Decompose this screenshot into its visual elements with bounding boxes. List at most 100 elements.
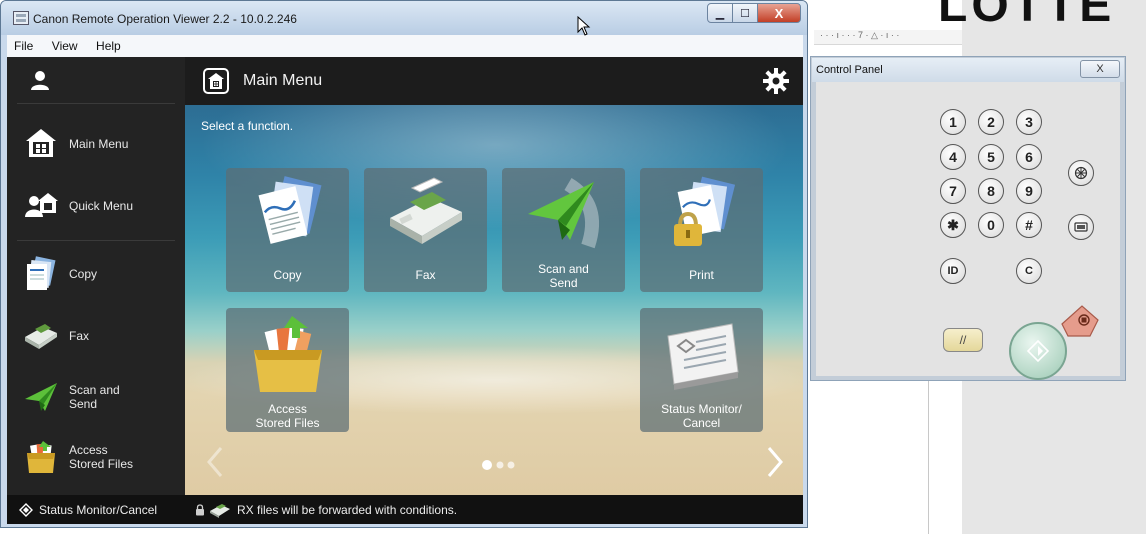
tile-fax[interactable]: Fax: [364, 168, 487, 292]
main-menu-background: Select a function. Copy Fax Scan and Sen…: [185, 105, 803, 495]
stop-button[interactable]: [1060, 304, 1100, 338]
copy-icon: [258, 176, 322, 244]
sidebar-item-label-line2: Stored Files: [69, 457, 134, 471]
sidebar-item-label-line2: Send: [69, 397, 98, 411]
sidebar-item-label: Main Menu: [69, 137, 129, 151]
key-8[interactable]: 8: [978, 178, 1004, 204]
main-header: Main Menu: [185, 57, 803, 105]
tile-copy[interactable]: Copy: [226, 168, 349, 292]
print-icon: [674, 176, 736, 246]
fax-icon: [390, 177, 462, 244]
scan-send-icon: [528, 177, 599, 249]
instruction-text: Select a function.: [201, 119, 294, 133]
tile-print[interactable]: Print: [640, 168, 763, 292]
previous-page-arrow[interactable]: [203, 445, 227, 479]
key-9[interactable]: 9: [1016, 178, 1042, 204]
minimize-button[interactable]: ▁: [707, 3, 733, 23]
app-icon: [13, 11, 29, 25]
c-key[interactable]: C: [1016, 258, 1042, 284]
maximize-button[interactable]: ☐: [732, 3, 758, 23]
sidebar-item-scan-and-send[interactable]: Scan and Send: [7, 367, 185, 427]
tile-label: Access: [268, 402, 307, 416]
sidebar-item-label: Quick Menu: [69, 199, 134, 213]
status-monitor-cancel-button[interactable]: Status Monitor/Cancel: [7, 495, 185, 524]
sidebar-item-label: Copy: [69, 267, 98, 281]
gear-icon[interactable]: [763, 68, 789, 94]
control-panel-title-bar[interactable]: Control Panel X: [812, 58, 1124, 82]
key-asterisk[interactable]: ✱: [940, 212, 966, 238]
scan-send-icon: [25, 383, 57, 411]
tile-label-line2: Cancel: [682, 416, 721, 430]
fax-status-icon: [210, 504, 230, 518]
tile-label: Copy: [273, 268, 302, 282]
start-button[interactable]: [1009, 322, 1067, 380]
status-message: RX files will be forwarded with conditio…: [237, 503, 458, 517]
control-panel-keypad: 1 2 3 4 5 6 7 8 9 ✱ 0 # ID C //: [816, 82, 1120, 380]
tile-status-monitor-cancel[interactable]: Status Monitor/ Cancel: [640, 308, 763, 432]
page-indicator: [482, 460, 515, 470]
main-menu-panel: Main Menu Select a function. Copy Fax Sc…: [185, 57, 803, 524]
ruler-markings: · · · ı · · · 7 · △ · ı · ·: [820, 30, 900, 40]
key-1[interactable]: 1: [940, 109, 966, 135]
menu-bar: File View Help: [7, 35, 803, 58]
key-hash[interactable]: #: [1016, 212, 1042, 238]
sidebar: Main Menu Quick Menu Copy Fax Scan and S…: [7, 57, 185, 495]
user-icon[interactable]: [29, 69, 51, 91]
control-panel-close-button[interactable]: X: [1080, 60, 1120, 78]
tile-access-stored-files[interactable]: Access Stored Files: [226, 308, 349, 432]
key-7[interactable]: 7: [940, 178, 966, 204]
sidebar-item-label: Fax: [69, 329, 90, 343]
viewer-window: Canon Remote Operation Viewer 2.2 - 10.0…: [0, 0, 808, 528]
sidebar-item-main-menu[interactable]: Main Menu: [7, 113, 185, 173]
key-2[interactable]: 2: [978, 109, 1004, 135]
status-bar: RX files will be forwarded with conditio…: [185, 495, 803, 524]
key-6[interactable]: 6: [1016, 144, 1042, 170]
tile-label: Print: [689, 268, 714, 282]
title-bar[interactable]: Canon Remote Operation Viewer 2.2 - 10.0…: [1, 1, 807, 35]
counter-icon: [1074, 222, 1088, 232]
menu-help[interactable]: Help: [89, 35, 128, 53]
key-0[interactable]: 0: [978, 212, 1004, 238]
key-5[interactable]: 5: [978, 144, 1004, 170]
sidebar-item-access-stored-files[interactable]: Access Stored Files: [7, 429, 185, 489]
key-4[interactable]: 4: [940, 144, 966, 170]
sidebar-item-copy[interactable]: Copy: [7, 243, 185, 303]
stored-files-icon: [254, 316, 322, 392]
next-page-arrow[interactable]: [763, 445, 787, 479]
fax-icon: [25, 324, 57, 349]
key-3[interactable]: 3: [1016, 109, 1042, 135]
lock-icon: [196, 504, 204, 516]
id-key[interactable]: ID: [940, 258, 966, 284]
reset-key[interactable]: //: [943, 328, 983, 352]
status-monitor-icon: [19, 503, 33, 517]
tile-label: Scan and: [538, 262, 589, 276]
tile-label-line2: Send: [549, 276, 578, 290]
settings-key[interactable]: [1068, 160, 1094, 186]
start-icon: [1027, 340, 1049, 362]
document-heading-text: LOTTE: [938, 0, 1116, 32]
close-button[interactable]: X: [757, 3, 801, 23]
home-icon[interactable]: [203, 68, 229, 94]
menu-view[interactable]: View: [45, 35, 85, 53]
mouse-cursor-icon: [577, 16, 591, 36]
copy-icon: [27, 256, 56, 290]
remote-ui-screen: Main Menu Quick Menu Copy Fax Scan and S…: [7, 57, 803, 524]
sidebar-divider: [17, 103, 175, 104]
document-ruler: · · · ı · · · 7 · △ · ı · ·: [814, 30, 962, 45]
window-title: Canon Remote Operation Viewer 2.2 - 10.0…: [33, 12, 297, 26]
sidebar-item-quick-menu[interactable]: Quick Menu: [7, 175, 185, 235]
home-icon: [26, 129, 56, 157]
status-monitor-label: Status Monitor/Cancel: [39, 503, 158, 517]
page-title: Main Menu: [243, 72, 323, 89]
document-page-edge: [928, 380, 929, 534]
tile-label: Status Monitor/: [661, 402, 742, 416]
sidebar-item-fax[interactable]: Fax: [7, 305, 185, 365]
sidebar-item-label: Scan and: [69, 383, 120, 397]
stored-files-icon: [27, 441, 55, 473]
tile-scan-and-send[interactable]: Scan and Send: [502, 168, 625, 292]
counter-check-key[interactable]: [1068, 214, 1094, 240]
sidebar-item-label: Access: [69, 443, 108, 457]
menu-file[interactable]: File: [7, 35, 40, 53]
control-panel-window: Control Panel X 1 2 3 4 5 6 7 8 9 ✱ 0 # …: [810, 56, 1126, 381]
quick-menu-icon: [25, 193, 58, 217]
